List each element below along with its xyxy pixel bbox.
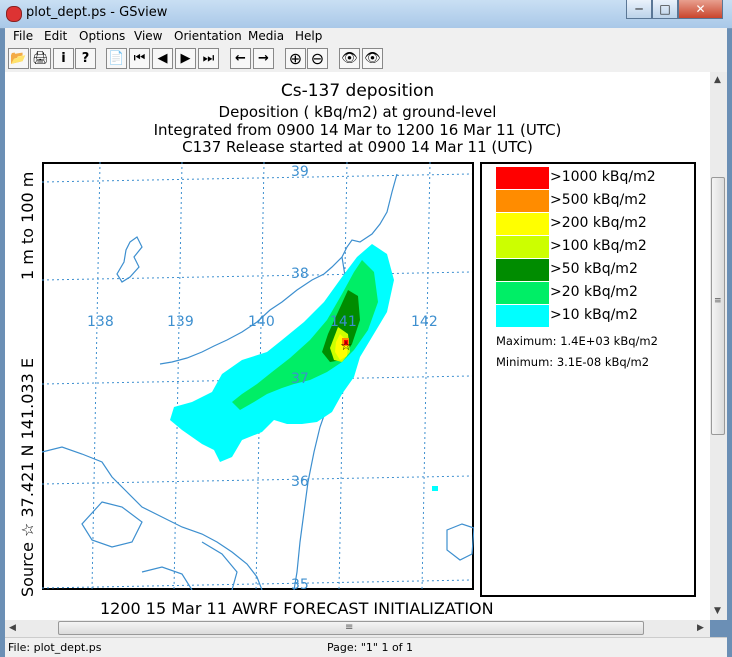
release-height-label: 1 m to 100 m bbox=[18, 171, 37, 280]
lon-label-141: 141 bbox=[330, 314, 357, 330]
scroll-right-icon[interactable]: ▶ bbox=[697, 623, 704, 633]
forecast-footer: 1200 15 Mar 11 AWRF FORECAST INITIALIZAT… bbox=[100, 599, 494, 618]
status-bar: File: plot_dept.ps Page: "1" 1 of 1 bbox=[5, 637, 727, 657]
scroll-down-icon[interactable]: ▼ bbox=[714, 606, 721, 616]
legend-swatch bbox=[496, 282, 549, 304]
legend-swatch bbox=[496, 236, 549, 258]
status-page: Page: "1" 1 of 1 bbox=[327, 641, 414, 654]
legend-label: >50 kBq/m2 bbox=[550, 261, 638, 277]
legend-label: >500 kBq/m2 bbox=[550, 192, 647, 208]
lat-label-39: 39 bbox=[291, 164, 309, 180]
plot-subtitle-release: C137 Release started at 0900 14 Mar 11 (… bbox=[182, 138, 533, 156]
legend-swatch bbox=[496, 259, 549, 281]
scroll-grip-icon: ≡ bbox=[345, 622, 354, 633]
menu-orientation[interactable]: Orientation bbox=[174, 29, 242, 43]
legend-label: >10 kBq/m2 bbox=[550, 307, 638, 323]
legend-label: >100 kBq/m2 bbox=[550, 238, 647, 254]
preview-button[interactable]: 👁 bbox=[362, 48, 383, 69]
legend-label: >200 kBq/m2 bbox=[550, 215, 647, 231]
menu-bar: File Edit Options View Orientation Media… bbox=[5, 28, 727, 45]
plume-speck bbox=[432, 486, 438, 491]
zoom-out-button[interactable]: ⊖ bbox=[307, 48, 328, 69]
lon-label-138: 138 bbox=[87, 314, 114, 330]
lon-label-139: 139 bbox=[167, 314, 194, 330]
legend-swatch bbox=[496, 190, 549, 212]
back-button[interactable]: ← bbox=[230, 48, 251, 69]
forward-button[interactable]: → bbox=[253, 48, 274, 69]
plot-title: Cs-137 deposition bbox=[280, 81, 435, 101]
last-page-button[interactable]: ⏭ bbox=[198, 48, 219, 69]
print-button[interactable]: 🖨 bbox=[30, 48, 51, 69]
lat-label-35: 35 bbox=[291, 577, 309, 593]
gsview-app-icon[interactable] bbox=[6, 6, 22, 22]
show-text-button[interactable]: 👁 bbox=[339, 48, 360, 69]
scroll-grip-icon: ≡ bbox=[714, 296, 722, 306]
lon-label-142: 142 bbox=[411, 314, 438, 330]
legend-swatch bbox=[496, 167, 549, 189]
menu-options[interactable]: Options bbox=[79, 29, 125, 43]
menu-view[interactable]: View bbox=[134, 29, 162, 43]
lat-label-36: 36 bbox=[291, 474, 309, 490]
menu-media[interactable]: Media bbox=[248, 29, 284, 43]
legend-box: >1000 kBq/m2 >500 kBq/m2 >200 kBq/m2 >10… bbox=[480, 162, 696, 597]
source-location-label: Source ☆ 37.421 N 141.033 E bbox=[18, 358, 37, 597]
horizontal-scrollbar[interactable]: ◀ ≡ ▶ bbox=[5, 620, 710, 637]
status-file: File: plot_dept.ps bbox=[8, 641, 102, 654]
open-file-button[interactable]: 📂 bbox=[8, 48, 29, 69]
scroll-left-icon[interactable]: ◀ bbox=[9, 623, 16, 633]
minimize-button[interactable]: ─ bbox=[626, 0, 652, 19]
maximize-button[interactable]: □ bbox=[652, 0, 678, 19]
document-viewport[interactable]: Cs-137 deposition Deposition ( kBq/m2) a… bbox=[5, 72, 710, 620]
vertical-scroll-thumb[interactable]: ≡ bbox=[711, 177, 725, 435]
zoom-in-button[interactable]: ⊕ bbox=[285, 48, 306, 69]
source-star-marker: ☆ bbox=[340, 339, 352, 354]
title-bar: plot_dept.ps - GSview ─ □ ✕ bbox=[0, 0, 732, 29]
info-button[interactable]: i bbox=[53, 48, 74, 69]
first-page-button[interactable]: ⏮ bbox=[129, 48, 150, 69]
legend-swatch bbox=[496, 213, 549, 235]
lat-label-38: 38 bbox=[291, 266, 309, 282]
vertical-scrollbar[interactable]: ▲ ≡ ▼ bbox=[710, 72, 727, 620]
toolbar: 📂 🖨 i ? 📄 ⏮ ◀ ▶ ⏭ ← → ⊕ ⊖ 👁 👁 bbox=[5, 45, 727, 73]
menu-help[interactable]: Help bbox=[295, 29, 322, 43]
legend-label: >1000 kBq/m2 bbox=[550, 169, 656, 185]
legend-swatch bbox=[496, 305, 549, 327]
plot-subtitle-deposition: Deposition ( kBq/m2) at ground-level bbox=[218, 103, 497, 121]
scroll-up-icon[interactable]: ▲ bbox=[714, 75, 721, 85]
lat-label-37: 37 bbox=[291, 371, 309, 387]
legend-label: >20 kBq/m2 bbox=[550, 284, 638, 300]
next-page-button[interactable]: ▶ bbox=[175, 48, 196, 69]
maximum-value: Maximum: 1.4E+03 kBq/m2 bbox=[496, 334, 658, 348]
help-button[interactable]: ? bbox=[75, 48, 96, 69]
minimum-value: Minimum: 3.1E-08 kBq/m2 bbox=[496, 355, 650, 369]
menu-edit[interactable]: Edit bbox=[44, 29, 67, 43]
lon-label-140: 140 bbox=[248, 314, 275, 330]
previous-page-button[interactable]: ◀ bbox=[152, 48, 173, 69]
plot-subtitle-integration: Integrated from 0900 14 Mar to 1200 16 M… bbox=[153, 121, 562, 139]
close-button[interactable]: ✕ bbox=[678, 0, 723, 19]
deposition-map: ☆ bbox=[42, 162, 474, 590]
window-title: plot_dept.ps - GSview bbox=[26, 5, 168, 20]
horizontal-scroll-thumb[interactable]: ≡ bbox=[58, 621, 644, 635]
menu-file[interactable]: File bbox=[13, 29, 33, 43]
select-page-button[interactable]: 📄 bbox=[106, 48, 127, 69]
